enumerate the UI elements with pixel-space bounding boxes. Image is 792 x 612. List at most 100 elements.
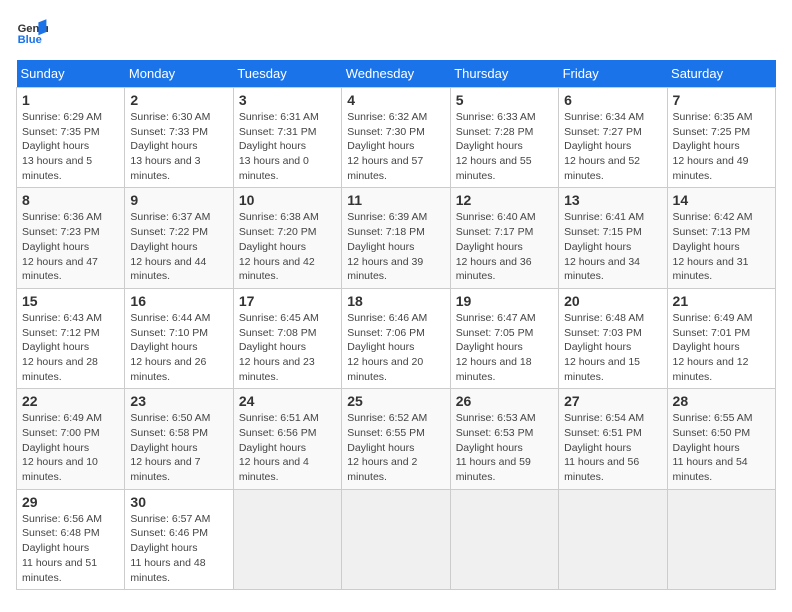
day-number: 30 <box>130 494 227 510</box>
table-cell: 15 Sunrise: 6:43 AM Sunset: 7:12 PM Dayl… <box>17 288 125 388</box>
day-detail: Sunrise: 6:48 AM Sunset: 7:03 PM Dayligh… <box>564 311 661 384</box>
day-number: 5 <box>456 92 553 108</box>
day-detail: Sunrise: 6:55 AM Sunset: 6:50 PM Dayligh… <box>673 411 770 484</box>
table-cell: 18 Sunrise: 6:46 AM Sunset: 7:06 PM Dayl… <box>342 288 450 388</box>
table-cell: 8 Sunrise: 6:36 AM Sunset: 7:23 PM Dayli… <box>17 188 125 288</box>
day-detail: Sunrise: 6:41 AM Sunset: 7:15 PM Dayligh… <box>564 210 661 283</box>
table-cell: 11 Sunrise: 6:39 AM Sunset: 7:18 PM Dayl… <box>342 188 450 288</box>
day-number: 7 <box>673 92 770 108</box>
svg-text:Blue: Blue <box>18 34 42 46</box>
day-detail: Sunrise: 6:42 AM Sunset: 7:13 PM Dayligh… <box>673 210 770 283</box>
table-cell <box>559 489 667 589</box>
table-cell: 13 Sunrise: 6:41 AM Sunset: 7:15 PM Dayl… <box>559 188 667 288</box>
logo: General Blue <box>16 16 56 48</box>
day-number: 24 <box>239 393 336 409</box>
day-number: 6 <box>564 92 661 108</box>
table-cell: 7 Sunrise: 6:35 AM Sunset: 7:25 PM Dayli… <box>667 88 775 188</box>
day-detail: Sunrise: 6:29 AM Sunset: 7:35 PM Dayligh… <box>22 110 119 183</box>
col-saturday: Saturday <box>667 60 775 88</box>
day-detail: Sunrise: 6:53 AM Sunset: 6:53 PM Dayligh… <box>456 411 553 484</box>
day-number: 2 <box>130 92 227 108</box>
day-number: 8 <box>22 192 119 208</box>
day-number: 21 <box>673 293 770 309</box>
logo-icon: General Blue <box>16 16 48 48</box>
table-cell: 1 Sunrise: 6:29 AM Sunset: 7:35 PM Dayli… <box>17 88 125 188</box>
table-cell: 4 Sunrise: 6:32 AM Sunset: 7:30 PM Dayli… <box>342 88 450 188</box>
table-cell: 14 Sunrise: 6:42 AM Sunset: 7:13 PM Dayl… <box>667 188 775 288</box>
table-cell: 24 Sunrise: 6:51 AM Sunset: 6:56 PM Dayl… <box>233 389 341 489</box>
col-sunday: Sunday <box>17 60 125 88</box>
table-cell: 27 Sunrise: 6:54 AM Sunset: 6:51 PM Dayl… <box>559 389 667 489</box>
day-number: 20 <box>564 293 661 309</box>
calendar-row: 15 Sunrise: 6:43 AM Sunset: 7:12 PM Dayl… <box>17 288 776 388</box>
day-detail: Sunrise: 6:30 AM Sunset: 7:33 PM Dayligh… <box>130 110 227 183</box>
day-number: 29 <box>22 494 119 510</box>
day-detail: Sunrise: 6:52 AM Sunset: 6:55 PM Dayligh… <box>347 411 444 484</box>
day-detail: Sunrise: 6:37 AM Sunset: 7:22 PM Dayligh… <box>130 210 227 283</box>
day-number: 22 <box>22 393 119 409</box>
calendar-row: 1 Sunrise: 6:29 AM Sunset: 7:35 PM Dayli… <box>17 88 776 188</box>
calendar-row: 22 Sunrise: 6:49 AM Sunset: 7:00 PM Dayl… <box>17 389 776 489</box>
day-number: 10 <box>239 192 336 208</box>
day-detail: Sunrise: 6:31 AM Sunset: 7:31 PM Dayligh… <box>239 110 336 183</box>
table-cell <box>342 489 450 589</box>
day-number: 9 <box>130 192 227 208</box>
day-detail: Sunrise: 6:38 AM Sunset: 7:20 PM Dayligh… <box>239 210 336 283</box>
day-number: 11 <box>347 192 444 208</box>
table-cell: 21 Sunrise: 6:49 AM Sunset: 7:01 PM Dayl… <box>667 288 775 388</box>
col-tuesday: Tuesday <box>233 60 341 88</box>
table-cell: 17 Sunrise: 6:45 AM Sunset: 7:08 PM Dayl… <box>233 288 341 388</box>
day-detail: Sunrise: 6:39 AM Sunset: 7:18 PM Dayligh… <box>347 210 444 283</box>
table-cell: 20 Sunrise: 6:48 AM Sunset: 7:03 PM Dayl… <box>559 288 667 388</box>
col-monday: Monday <box>125 60 233 88</box>
day-detail: Sunrise: 6:40 AM Sunset: 7:17 PM Dayligh… <box>456 210 553 283</box>
table-cell: 19 Sunrise: 6:47 AM Sunset: 7:05 PM Dayl… <box>450 288 558 388</box>
table-cell: 6 Sunrise: 6:34 AM Sunset: 7:27 PM Dayli… <box>559 88 667 188</box>
day-number: 25 <box>347 393 444 409</box>
day-detail: Sunrise: 6:45 AM Sunset: 7:08 PM Dayligh… <box>239 311 336 384</box>
day-detail: Sunrise: 6:44 AM Sunset: 7:10 PM Dayligh… <box>130 311 227 384</box>
day-number: 17 <box>239 293 336 309</box>
day-number: 19 <box>456 293 553 309</box>
table-cell: 26 Sunrise: 6:53 AM Sunset: 6:53 PM Dayl… <box>450 389 558 489</box>
day-detail: Sunrise: 6:54 AM Sunset: 6:51 PM Dayligh… <box>564 411 661 484</box>
table-cell: 25 Sunrise: 6:52 AM Sunset: 6:55 PM Dayl… <box>342 389 450 489</box>
page-header: General Blue <box>16 16 776 48</box>
day-number: 3 <box>239 92 336 108</box>
day-number: 18 <box>347 293 444 309</box>
table-cell: 12 Sunrise: 6:40 AM Sunset: 7:17 PM Dayl… <box>450 188 558 288</box>
day-detail: Sunrise: 6:51 AM Sunset: 6:56 PM Dayligh… <box>239 411 336 484</box>
day-detail: Sunrise: 6:36 AM Sunset: 7:23 PM Dayligh… <box>22 210 119 283</box>
day-detail: Sunrise: 6:57 AM Sunset: 6:46 PM Dayligh… <box>130 512 227 585</box>
table-cell: 29 Sunrise: 6:56 AM Sunset: 6:48 PM Dayl… <box>17 489 125 589</box>
calendar-row: 29 Sunrise: 6:56 AM Sunset: 6:48 PM Dayl… <box>17 489 776 589</box>
table-cell: 30 Sunrise: 6:57 AM Sunset: 6:46 PM Dayl… <box>125 489 233 589</box>
day-detail: Sunrise: 6:46 AM Sunset: 7:06 PM Dayligh… <box>347 311 444 384</box>
day-number: 27 <box>564 393 661 409</box>
day-number: 12 <box>456 192 553 208</box>
day-detail: Sunrise: 6:56 AM Sunset: 6:48 PM Dayligh… <box>22 512 119 585</box>
table-cell: 5 Sunrise: 6:33 AM Sunset: 7:28 PM Dayli… <box>450 88 558 188</box>
day-detail: Sunrise: 6:50 AM Sunset: 6:58 PM Dayligh… <box>130 411 227 484</box>
day-detail: Sunrise: 6:47 AM Sunset: 7:05 PM Dayligh… <box>456 311 553 384</box>
day-number: 26 <box>456 393 553 409</box>
day-detail: Sunrise: 6:34 AM Sunset: 7:27 PM Dayligh… <box>564 110 661 183</box>
day-detail: Sunrise: 6:49 AM Sunset: 7:00 PM Dayligh… <box>22 411 119 484</box>
table-cell <box>450 489 558 589</box>
day-detail: Sunrise: 6:49 AM Sunset: 7:01 PM Dayligh… <box>673 311 770 384</box>
day-number: 4 <box>347 92 444 108</box>
table-cell: 3 Sunrise: 6:31 AM Sunset: 7:31 PM Dayli… <box>233 88 341 188</box>
calendar-row: 8 Sunrise: 6:36 AM Sunset: 7:23 PM Dayli… <box>17 188 776 288</box>
day-detail: Sunrise: 6:33 AM Sunset: 7:28 PM Dayligh… <box>456 110 553 183</box>
day-number: 28 <box>673 393 770 409</box>
table-cell: 2 Sunrise: 6:30 AM Sunset: 7:33 PM Dayli… <box>125 88 233 188</box>
table-cell <box>233 489 341 589</box>
calendar-table: Sunday Monday Tuesday Wednesday Thursday… <box>16 60 776 590</box>
table-cell: 22 Sunrise: 6:49 AM Sunset: 7:00 PM Dayl… <box>17 389 125 489</box>
day-number: 1 <box>22 92 119 108</box>
day-number: 14 <box>673 192 770 208</box>
table-cell: 23 Sunrise: 6:50 AM Sunset: 6:58 PM Dayl… <box>125 389 233 489</box>
day-number: 23 <box>130 393 227 409</box>
day-detail: Sunrise: 6:43 AM Sunset: 7:12 PM Dayligh… <box>22 311 119 384</box>
day-number: 15 <box>22 293 119 309</box>
